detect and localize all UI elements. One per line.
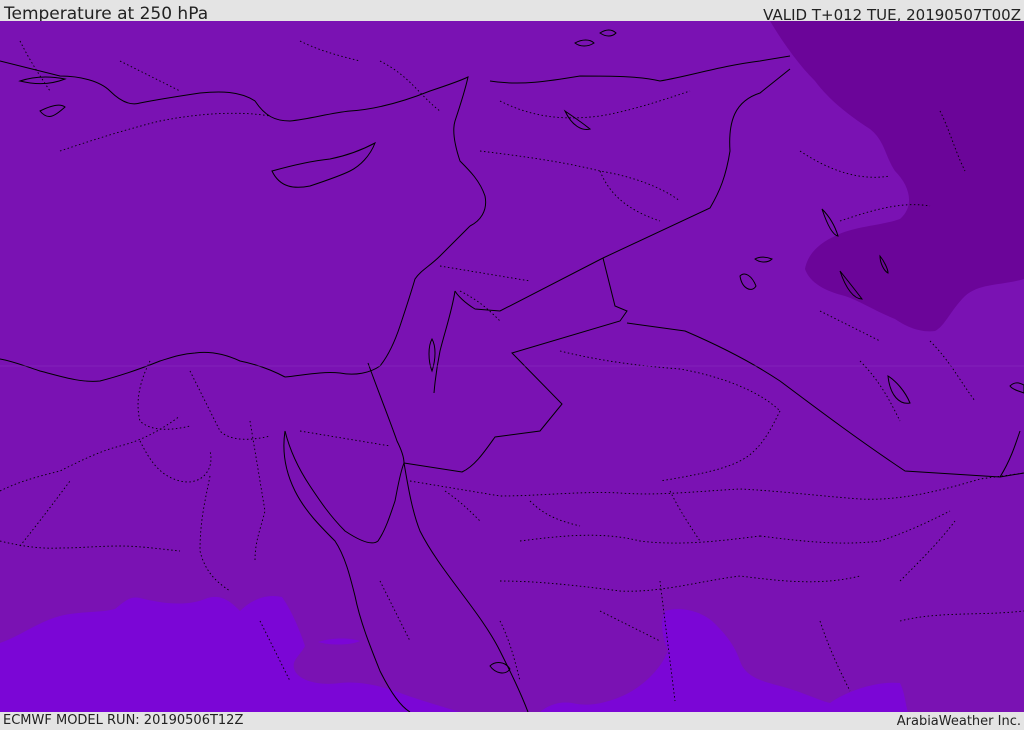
map-panel[interactable] — [0, 21, 1024, 712]
temperature-map[interactable] — [0, 21, 1024, 712]
footer-bar: ECMWF MODEL RUN: 20190506T12Z ArabiaWeat… — [0, 712, 1024, 729]
header-bar: Temperature at 250 hPa VALID T+012 TUE, … — [0, 0, 1024, 24]
credit-label: ArabiaWeather Inc. — [896, 714, 1021, 729]
model-run-label: ECMWF MODEL RUN: 20190506T12Z — [3, 713, 244, 728]
